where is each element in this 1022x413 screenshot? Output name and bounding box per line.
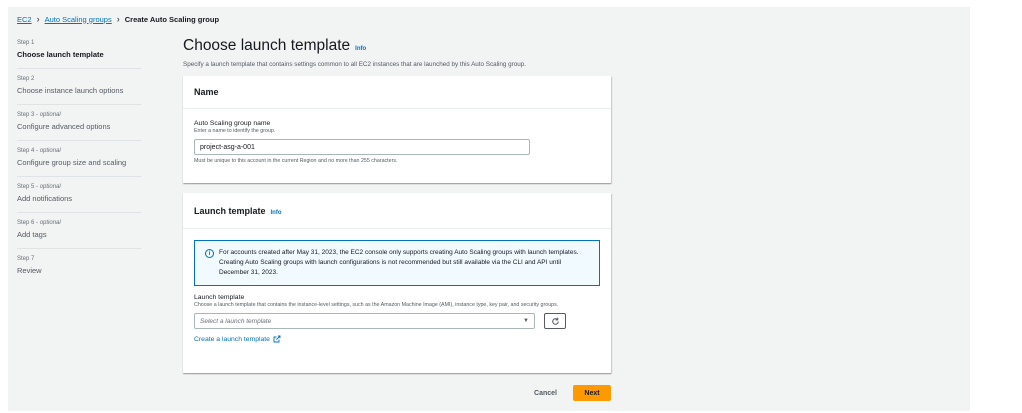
breadcrumb: EC2 › Auto Scaling groups › Create Auto … (17, 14, 219, 24)
field-description: Choose a launch template that contains t… (194, 302, 559, 308)
step-number: Step 1 (17, 40, 35, 46)
refresh-button[interactable] (544, 313, 566, 329)
breadcrumb-auto-scaling-groups[interactable]: Auto Scaling groups (45, 15, 112, 24)
info-link[interactable]: Info (271, 210, 282, 216)
name-field: Auto Scaling group name Enter a name to … (183, 109, 611, 164)
field-constraint: Must be unique to this account in the cu… (194, 158, 398, 164)
wizard-step-5[interactable]: Step 5 - optional Add notifications (17, 177, 141, 213)
section-title: Name (194, 87, 219, 97)
select-row: Select a launch template ▼ (194, 313, 600, 329)
step-title: Choose instance launch options (17, 86, 124, 95)
field-label: Auto Scaling group name (194, 120, 271, 127)
step-title: Configure group size and scaling (17, 158, 127, 167)
step-title: Review (17, 266, 42, 275)
page-frame: EC2 › Auto Scaling groups › Create Auto … (8, 7, 970, 411)
step-number: Step 3 - optional (17, 112, 61, 118)
external-link-icon (273, 335, 281, 343)
step-title: Configure advanced options (17, 122, 111, 131)
refresh-icon (551, 317, 559, 325)
wizard-step-4[interactable]: Step 4 - optional Configure group size a… (17, 141, 141, 177)
step-number: Step 6 - optional (17, 220, 61, 226)
name-section: Name Auto Scaling group name Enter a nam… (183, 76, 611, 183)
section-header: Name (183, 76, 611, 109)
step-number: Step 5 - optional (17, 184, 61, 190)
caret-down-icon: ▼ (523, 318, 529, 324)
field-label: Launch template (194, 294, 245, 301)
step-number: Step 2 (17, 76, 35, 82)
launch-template-select[interactable]: Select a launch template ▼ (194, 313, 535, 329)
page-header: Choose launch template Info Specify a la… (183, 37, 611, 68)
chevron-right-icon: › (116, 14, 120, 24)
breadcrumb-ec2[interactable]: EC2 (17, 15, 32, 24)
section-title: Launch template Info (194, 205, 282, 216)
step-title: Add notifications (17, 194, 73, 203)
info-alert: i For accounts created after May 31, 202… (194, 240, 600, 286)
wizard-steps: Step 1 Choose launch template Step 2 Cho… (17, 33, 141, 284)
field-description: Enter a name to identify the group. (194, 128, 276, 134)
chevron-right-icon: › (36, 14, 40, 24)
footer-actions: Cancel Next (183, 385, 611, 401)
create-launch-template-link[interactable]: Create a launch template (194, 335, 600, 343)
next-button[interactable]: Next (573, 385, 611, 401)
wizard-step-1[interactable]: Step 1 Choose launch template (17, 33, 141, 69)
step-title: Choose launch template (17, 50, 104, 59)
info-link[interactable]: Info (355, 46, 366, 52)
launch-template-field: Launch template Choose a launch template… (183, 286, 611, 343)
info-circle-icon: i (205, 249, 214, 258)
alert-text: For accounts created after May 31, 2023,… (219, 249, 579, 276)
page-title: Choose launch template Info (183, 37, 367, 54)
wizard-step-3[interactable]: Step 3 - optional Configure advanced opt… (17, 105, 141, 141)
section-header: Launch template Info (183, 193, 611, 229)
step-number: Step 7 (17, 256, 35, 262)
breadcrumb-current: Create Auto Scaling group (124, 14, 220, 24)
page-description: Specify a launch template that contains … (183, 61, 527, 68)
step-title: Add tags (17, 230, 47, 239)
asg-name-input[interactable]: project-asg-a-001 (194, 139, 530, 155)
cancel-button[interactable]: Cancel (524, 385, 567, 401)
wizard-step-7[interactable]: Step 7 Review (17, 249, 141, 284)
wizard-step-2[interactable]: Step 2 Choose instance launch options (17, 69, 141, 105)
wizard-step-6[interactable]: Step 6 - optional Add tags (17, 213, 141, 249)
step-number: Step 4 - optional (17, 148, 61, 154)
launch-template-section: Launch template Info i For accounts crea… (183, 193, 611, 373)
select-placeholder: Select a launch template (200, 317, 272, 325)
